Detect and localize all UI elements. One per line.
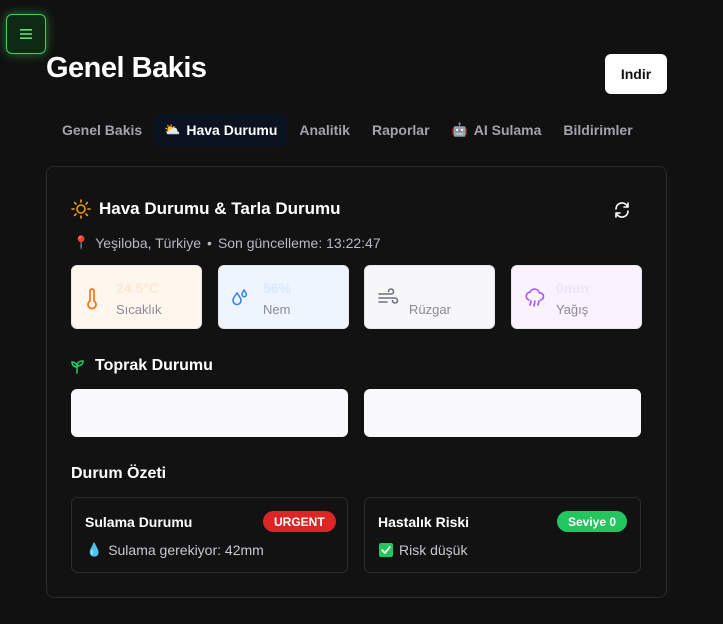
disease-title: Hastalık Riski <box>378 514 470 530</box>
tab-label: Raporlar <box>371 122 430 138</box>
page-title: Genel Bakis <box>46 52 207 84</box>
tab-raporlar[interactable]: Raporlar <box>362 114 440 146</box>
separator-dot: • <box>207 235 212 251</box>
pin-icon: 📍 <box>73 235 90 250</box>
location-name: Yeşiloba, Türkiye <box>95 235 202 251</box>
irrigation-title: Sulama Durumu <box>85 514 193 530</box>
tab-label: Hava Durumu <box>186 122 278 138</box>
tab-label: Analitik <box>299 122 350 138</box>
robot-icon: 🤖 <box>451 122 468 137</box>
hamburger-icon <box>20 29 32 39</box>
irrigation-text: Sulama gerekiyor: 42mm <box>108 542 264 558</box>
level-badge: Seviye 0 <box>557 511 628 532</box>
cloud-rain-icon <box>525 288 545 307</box>
irrigation-status-card: Sulama Durumu URGENT 💧 Sulama gerekiyor:… <box>71 497 348 573</box>
temperature-card: 24.5°C Sıcaklık <box>71 265 202 329</box>
soil-metric-box <box>364 389 641 437</box>
sprout-icon <box>71 360 84 374</box>
summary-title: Durum Özeti <box>71 465 167 482</box>
refresh-button[interactable] <box>613 201 631 224</box>
sun-behind-cloud-icon: ⛅ <box>164 122 181 137</box>
tab-analitik[interactable]: Analitik <box>289 114 360 146</box>
soil-metric-box <box>71 389 348 437</box>
rain-card: 0mm Yağış <box>511 265 642 329</box>
wind-icon <box>378 288 399 304</box>
rain-label: Yağış <box>556 302 589 317</box>
wind-label: Rüzgar <box>409 302 451 317</box>
droplet-icon: 💧 <box>86 542 103 557</box>
tab-bildirimler[interactable]: Bildirimler <box>553 114 642 146</box>
location-line: 📍 Yeşiloba, Türkiye • Son güncelleme: 13… <box>73 235 381 251</box>
card-title: Hava Durumu & Tarla Durumu <box>99 199 341 218</box>
last-updated: Son güncelleme: 13:22:47 <box>217 235 381 251</box>
humidity-label: Nem <box>263 302 291 317</box>
weather-card: Hava Durumu & Tarla Durumu 📍 Yeşiloba, T… <box>46 166 667 598</box>
download-button[interactable]: Indir <box>605 54 667 94</box>
refresh-icon <box>615 202 629 218</box>
irrigation-detail: 💧 Sulama gerekiyor: 42mm <box>86 542 264 558</box>
wind-card: Rüzgar <box>364 265 495 329</box>
rain-value: 0mm <box>556 280 589 296</box>
soil-section-title: Toprak Durumu <box>71 357 213 375</box>
temperature-value: 24.5°C <box>116 280 159 296</box>
tab-hava-durumu[interactable]: ⛅ Hava Durumu <box>154 114 288 146</box>
urgent-badge: URGENT <box>263 511 336 532</box>
thermometer-icon <box>87 288 97 310</box>
sun-icon <box>71 199 91 219</box>
disease-risk-card: Hastalık Riski Seviye 0 Risk düşük <box>364 497 641 573</box>
tab-label: Genel Bakis <box>62 122 143 138</box>
disease-text: Risk düşük <box>399 542 468 558</box>
temperature-label: Sıcaklık <box>116 302 162 317</box>
summary-section-title: Durum Özeti <box>71 465 166 483</box>
tab-bar: Genel Bakis ⛅ Hava Durumu Analitik Rapor… <box>52 114 643 146</box>
tab-label: AI Sulama <box>473 122 542 138</box>
menu-toggle-button[interactable] <box>6 14 46 54</box>
humidity-card: 56% Nem <box>218 265 349 329</box>
check-box-icon <box>379 543 393 557</box>
soil-title: Toprak Durumu <box>95 357 213 374</box>
card-header: Hava Durumu & Tarla Durumu <box>71 199 341 219</box>
humidity-value: 56% <box>263 280 292 296</box>
disease-detail: Risk düşük <box>379 542 467 558</box>
tab-genel-bakis[interactable]: Genel Bakis <box>52 114 152 146</box>
droplets-icon <box>232 289 248 306</box>
tab-label: Bildirimler <box>563 122 633 138</box>
tab-ai-sulama[interactable]: 🤖 AI Sulama <box>442 114 552 146</box>
